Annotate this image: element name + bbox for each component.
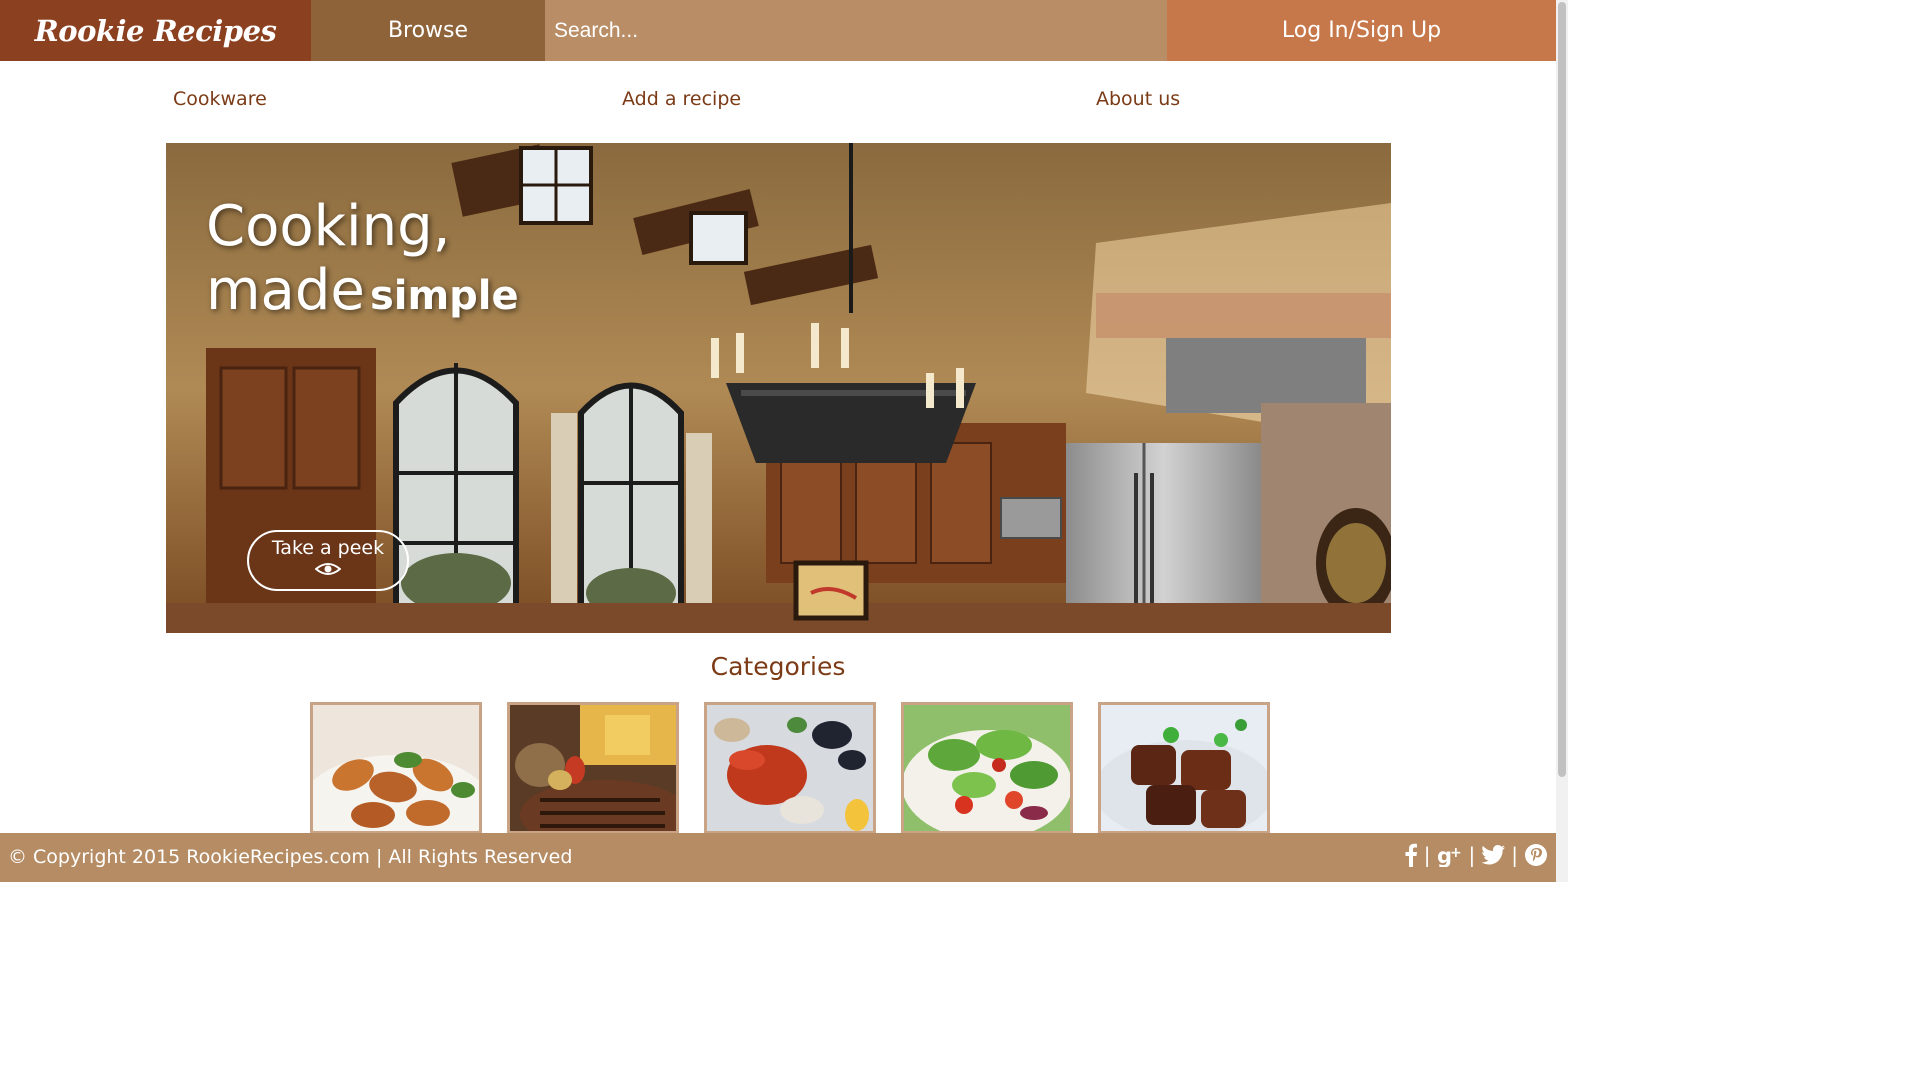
hero-line-3: simple <box>369 273 519 320</box>
page-scrollbar[interactable] <box>1556 0 1568 882</box>
facebook-icon[interactable] <box>1404 843 1418 867</box>
svg-text:+: + <box>1450 845 1462 861</box>
hero-line-1: Cooking, <box>206 194 451 259</box>
eye-icon <box>315 563 341 575</box>
take-a-peek-label: Take a peek <box>271 537 385 559</box>
logo-text: Rookie Recipes <box>34 13 277 48</box>
nav-link-about-us[interactable]: About us <box>1096 88 1180 110</box>
twitter-icon[interactable] <box>1481 845 1506 865</box>
grilled-steak-image <box>510 705 676 831</box>
chicken-drumsticks-image <box>313 705 479 831</box>
top-navbar: Rookie Recipes Browse Log In/Sign Up <box>0 0 1556 61</box>
category-chicken[interactable] <box>310 702 482 834</box>
pinterest-icon[interactable] <box>1524 843 1548 867</box>
green-salad-image <box>904 705 1070 831</box>
social-links: | g + | | <box>1404 843 1548 867</box>
take-a-peek-button[interactable]: Take a peek <box>247 530 409 591</box>
hero-headline: Cooking, made simple <box>206 194 519 324</box>
search-input[interactable] <box>545 0 1167 61</box>
seafood-lobster-image <box>707 705 873 831</box>
site-logo[interactable]: Rookie Recipes <box>0 0 311 61</box>
scrollbar-thumb[interactable] <box>1558 2 1566 777</box>
hero-line-2: made <box>206 258 365 324</box>
page: Rookie Recipes Browse Log In/Sign Up Coo… <box>0 0 1568 882</box>
category-salad[interactable] <box>901 702 1073 834</box>
separator: | <box>1468 843 1476 867</box>
hero-banner: Cooking, made simple Take a peek <box>166 143 1391 633</box>
nav-link-add-recipe[interactable]: Add a recipe <box>622 88 741 110</box>
braised-pork-image <box>1101 705 1267 831</box>
categories-title: Categories <box>710 652 846 681</box>
category-seafood[interactable] <box>704 702 876 834</box>
nav-link-cookware[interactable]: Cookware <box>173 88 267 110</box>
google-plus-icon[interactable]: g + <box>1437 843 1463 867</box>
category-pork[interactable] <box>1098 702 1270 834</box>
separator: | <box>1423 843 1431 867</box>
category-steak[interactable] <box>507 702 679 834</box>
copyright-text: © Copyright 2015 RookieRecipes.com | All… <box>8 846 573 868</box>
footer: © Copyright 2015 RookieRecipes.com | All… <box>0 833 1556 882</box>
login-signup-button[interactable]: Log In/Sign Up <box>1167 0 1556 61</box>
separator: | <box>1511 843 1518 867</box>
browse-button[interactable]: Browse <box>311 0 545 61</box>
